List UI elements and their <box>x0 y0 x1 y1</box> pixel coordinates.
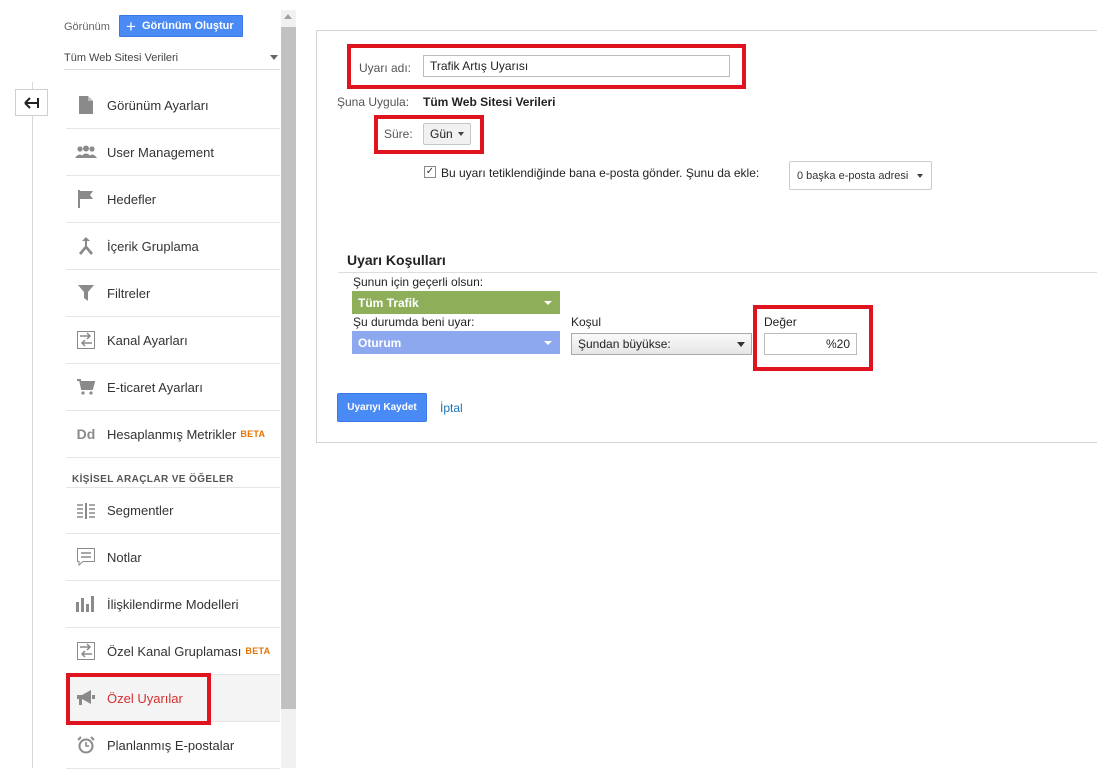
sidebar-item-label: Hedefler <box>107 191 157 207</box>
channel-settings-icon <box>66 331 106 349</box>
attribution-icon <box>66 596 106 612</box>
dd-icon: Dd <box>76 426 96 442</box>
sidebar-item-view-settings[interactable]: Görünüm Ayarları <box>66 82 280 129</box>
sidebar-item-label: İlişkilendirme Modelleri <box>107 596 239 612</box>
alert-me-label: Şu durumda beni uyar: <box>353 315 475 329</box>
sidebar-item-label: Filtreler <box>107 285 151 301</box>
plus-icon: + <box>126 16 136 36</box>
condition-value: Şundan büyükse: <box>578 337 671 351</box>
sidebar-item-goals[interactable]: Hedefler <box>66 176 280 223</box>
sidebar-item-attribution-models[interactable]: İlişkilendirme Modelleri <box>66 581 280 628</box>
save-alert-button[interactable]: Uyarıyı Kaydet <box>337 393 427 422</box>
email-checkbox-label: Bu uyarı tetiklendiğinde bana e-posta gö… <box>441 166 760 180</box>
chevron-down-icon <box>917 173 923 178</box>
applies-to-label: Şunun için geçerli olsun: <box>353 275 484 289</box>
sidebar-scrollbar-thumb[interactable] <box>281 27 296 709</box>
sidebar-item-scheduled-emails[interactable]: Planlanmış E-postalar <box>66 722 280 769</box>
create-view-label: Görünüm Oluştur <box>141 20 234 32</box>
highlight-box-value <box>753 305 873 371</box>
extra-email-dropdown[interactable]: 0 başka e-posta adresi <box>789 161 932 190</box>
highlight-box-period <box>374 115 484 154</box>
cart-icon <box>66 379 106 395</box>
sidebar-item-notes[interactable]: Notlar <box>66 534 280 581</box>
channel-grouping-icon <box>66 642 106 660</box>
arrow-left-icon <box>23 96 39 109</box>
sidebar-item-label: Özel Kanal Gruplaması <box>107 643 242 659</box>
highlight-box-alert-name <box>347 44 746 89</box>
sidebar-item-label: Hesaplanmış Metrikler <box>107 426 237 442</box>
sidebar-item-custom-channel-grouping[interactable]: Özel Kanal Gruplaması BETA <box>66 628 280 675</box>
filter-icon <box>66 285 106 301</box>
chevron-down-icon <box>270 55 278 60</box>
content-grouping-icon <box>66 237 106 255</box>
users-icon <box>66 145 106 159</box>
condition-label: Koşul <box>571 315 602 329</box>
sidebar-item-content-grouping[interactable]: İçerik Gruplama <box>66 223 280 270</box>
extra-email-value: 0 başka e-posta adresi <box>797 169 909 182</box>
sidebar-rail-line <box>32 82 33 768</box>
sidebar-item-label: Kanal Ayarları <box>107 332 188 348</box>
sidebar-item-label: Görünüm Ayarları <box>107 97 209 113</box>
create-view-button[interactable]: + Görünüm Oluştur <box>119 15 243 37</box>
alert-form-panel <box>316 30 1097 443</box>
chevron-down-icon <box>544 340 552 345</box>
sidebar-item-filters[interactable]: Filtreler <box>66 270 280 317</box>
sidebar-item-label: User Management <box>107 144 214 160</box>
view-label: Görünüm <box>64 21 110 33</box>
cancel-link[interactable]: İptal <box>440 401 463 415</box>
beta-badge: BETA <box>245 646 271 656</box>
view-selector-value: Tüm Web Sitesi Verileri <box>64 52 179 64</box>
notes-icon <box>66 548 106 566</box>
sidebar-item-calculated-metrics[interactable]: Dd Hesaplanmış Metrikler BETA <box>66 411 280 458</box>
sidebar-item-label: Segmentler <box>107 503 174 518</box>
apply-to-value: Tüm Web Sitesi Verileri <box>423 95 556 109</box>
flag-icon <box>66 190 106 208</box>
sidebar-item-label: Notlar <box>107 549 142 565</box>
beta-badge: BETA <box>240 429 266 439</box>
alert-me-dropdown[interactable]: Oturum <box>352 331 560 354</box>
document-icon <box>66 96 106 114</box>
segments-icon <box>66 502 106 519</box>
highlight-box-custom-alerts <box>66 673 211 725</box>
email-checkbox[interactable]: ✓ <box>424 166 436 178</box>
sidebar-item-channel-settings[interactable]: Kanal Ayarları <box>66 317 280 364</box>
view-selector[interactable]: Tüm Web Sitesi Verileri <box>64 44 280 70</box>
sidebar-item-user-management[interactable]: User Management <box>66 129 280 176</box>
conditions-divider <box>338 272 1097 273</box>
chevron-down-icon <box>544 300 552 305</box>
back-button[interactable] <box>15 89 48 116</box>
applies-to-value: Tüm Trafik <box>358 295 419 310</box>
alert-me-value: Oturum <box>358 335 402 350</box>
sidebar-item-segments[interactable]: Segmentler <box>66 487 280 534</box>
apply-to-label: Şuna Uygula: <box>337 95 410 109</box>
applies-to-dropdown[interactable]: Tüm Trafik <box>352 291 560 314</box>
scroll-up-arrow-icon[interactable] <box>284 14 292 19</box>
alarm-clock-icon <box>66 736 106 754</box>
sidebar-item-label: E-ticaret Ayarları <box>107 379 203 395</box>
condition-dropdown[interactable]: Şundan büyükse: <box>571 333 752 355</box>
section-title: KİŞİSEL ARAÇLAR VE ÖĞELER <box>72 474 234 485</box>
conditions-title: Uyarı Koşulları <box>347 252 446 268</box>
sidebar-item-label: İçerik Gruplama <box>107 238 199 254</box>
sidebar-item-label: Planlanmış E-postalar <box>107 737 235 753</box>
chevron-down-icon <box>737 341 745 347</box>
sidebar-item-ecommerce-settings[interactable]: E-ticaret Ayarları <box>66 364 280 411</box>
